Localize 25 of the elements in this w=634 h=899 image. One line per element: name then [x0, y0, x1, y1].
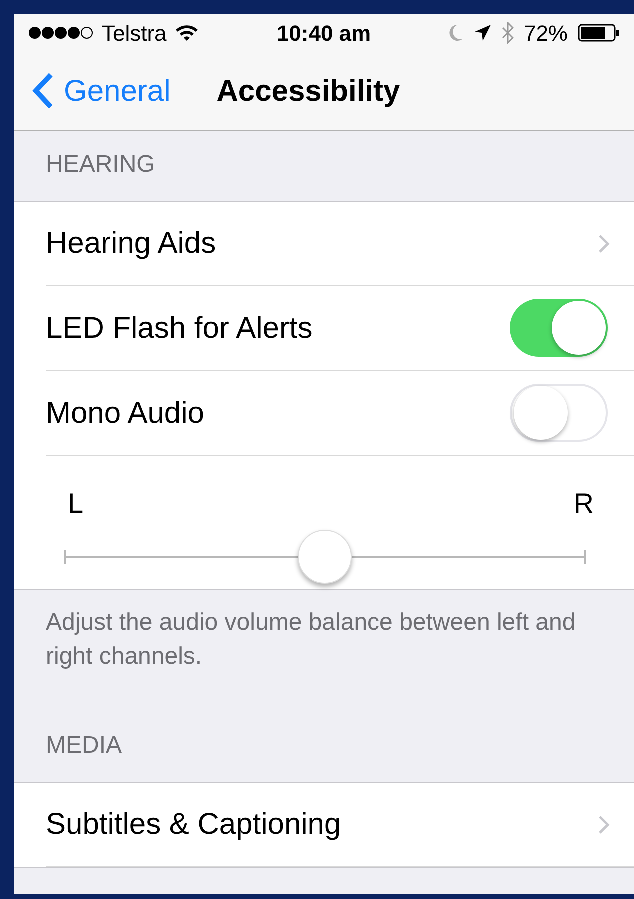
left-label: L — [68, 490, 84, 518]
moon-icon — [448, 24, 464, 42]
battery-icon — [578, 24, 620, 42]
row-label: Hearing Aids — [46, 226, 216, 262]
wifi-icon — [174, 24, 199, 42]
row-label: Mono Audio — [46, 396, 204, 432]
back-button[interactable]: General — [14, 68, 171, 114]
chevron-icon — [598, 234, 610, 254]
location-arrow-icon — [474, 24, 492, 42]
section-footer: Adjust the audio volume balance between left and right channels. — [46, 606, 610, 674]
battery-percentage: 72% — [524, 20, 568, 48]
section-header: HEARING — [46, 150, 156, 180]
signal-icon — [28, 26, 94, 40]
carrier-name: Telstra — [102, 20, 167, 48]
section-header: MEDIA — [46, 731, 122, 761]
status-time: 10:40 am — [276, 20, 372, 48]
back-chevron-icon — [32, 72, 54, 110]
page-title: Accessibility — [216, 74, 400, 110]
row-label: Subtitles & Captioning — [46, 807, 342, 843]
right-label: R — [574, 490, 594, 518]
balance-slider[interactable] — [64, 530, 586, 584]
toggle-switch[interactable] — [510, 299, 608, 357]
bluetooth-icon — [502, 22, 514, 44]
chevron-icon — [598, 814, 610, 834]
row-label: LED Flash for Alerts — [46, 310, 313, 346]
